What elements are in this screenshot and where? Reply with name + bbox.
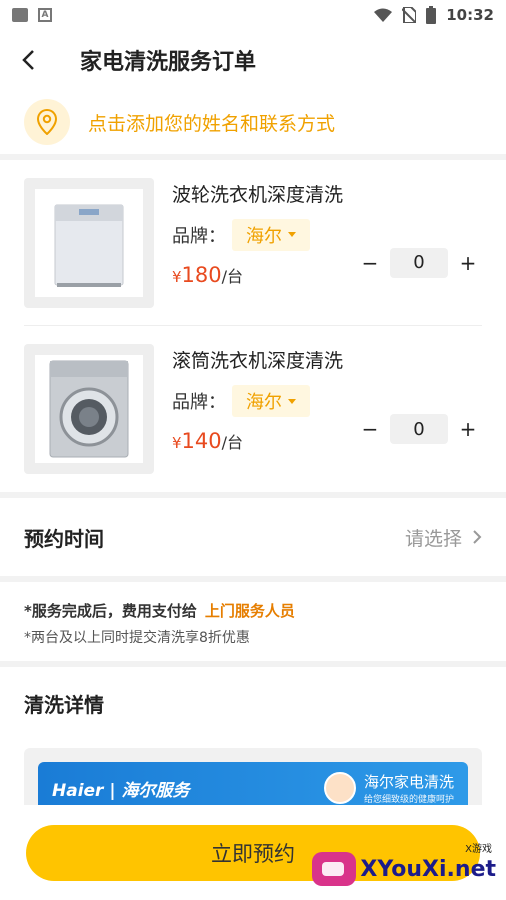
status-right: 10:32 [374, 6, 494, 24]
banner-right: 海尔家电清洗 给您细致级的健康呵护 [323, 771, 454, 805]
page-title: 家电清洗服务订单 [80, 50, 257, 75]
banner-subtitle: 给您细致级的健康呵护 [363, 795, 454, 805]
status-bar: A 10:32 [0, 0, 506, 30]
currency-symbol: ¥ [172, 434, 182, 452]
app-notification-icon: A [38, 8, 52, 22]
watermark-small-text: X游戏 [465, 844, 492, 855]
quantity-stepper: − 0 + [356, 247, 482, 278]
image-notification-icon [12, 8, 28, 22]
brand-label: 品牌： [172, 225, 226, 247]
appointment-time-row[interactable]: 预约时间 请选择 [0, 498, 506, 576]
wifi-icon [374, 8, 393, 22]
gamepad-logo-icon [312, 852, 357, 886]
increment-button[interactable]: + [454, 249, 482, 277]
brand-row: 品牌： 海尔 [172, 218, 482, 251]
appointment-time-placeholder: 请选择 [404, 527, 462, 550]
app-bar: 家电清洗服务订单 [0, 30, 506, 90]
caret-down-icon [288, 398, 296, 404]
brand-selector[interactable]: 海尔 [232, 218, 310, 251]
front-load-washer-image [49, 360, 129, 458]
product-name: 滚筒洗衣机深度清洗 [172, 350, 344, 372]
brand-value: 海尔 [246, 392, 282, 413]
banner-title: 海尔家电清洗 [363, 773, 454, 791]
brand-value: 海尔 [246, 225, 282, 247]
product-name: 波轮洗衣机深度清洗 [172, 183, 344, 206]
appointment-time-selector: 请选择 [405, 524, 482, 551]
contact-info-prompt: 点击添加您的姓名和联系方式 [88, 112, 336, 135]
decrement-button[interactable]: − [356, 249, 384, 277]
quantity-value[interactable]: 0 [390, 247, 448, 278]
product-image [24, 177, 154, 308]
quantity-stepper: − 0 + [356, 414, 482, 444]
increment-button[interactable]: + [454, 415, 482, 443]
product-item: 滚筒洗衣机深度清洗 品牌： 海尔 ¥140/台 − 0 + [24, 326, 482, 492]
payment-note: *服务完成后，费用支付给 上门服务人员 [24, 600, 482, 621]
battery-icon [426, 6, 437, 24]
product-list: 波轮洗衣机深度清洗 品牌： 海尔 ¥180/台 − 0 + 滚筒洗衣机深度清洗 … [0, 160, 506, 492]
product-info: 滚筒洗衣机深度清洗 品牌： 海尔 ¥140/台 − 0 + [172, 344, 482, 474]
mascot-avatar [323, 772, 356, 804]
brand-selector[interactable]: 海尔 [232, 385, 310, 417]
product-info: 波轮洗衣机深度清洗 品牌： 海尔 ¥180/台 − 0 + [172, 178, 482, 308]
cleaning-details-title: 清洗详情 [24, 693, 104, 717]
back-arrow-icon[interactable] [16, 48, 40, 72]
location-pin-icon [24, 99, 70, 145]
decrement-button[interactable]: − [356, 415, 384, 443]
contact-info-row[interactable]: 点击添加您的姓名和联系方式 [0, 90, 506, 160]
banner-texts: 海尔家电清洗 给您细致级的健康呵护 [364, 771, 454, 805]
chevron-right-icon [473, 530, 482, 544]
site-watermark: XYouXi.net X游戏 [312, 844, 496, 886]
payment-note-text: *服务完成后，费用支付给 [24, 602, 197, 620]
appointment-time-label: 预约时间 [24, 526, 104, 551]
product-price: 140 [181, 429, 222, 453]
status-time: 10:32 [446, 6, 494, 24]
top-load-washer-image [54, 204, 124, 287]
service-notes: *服务完成后，费用支付给 上门服务人员 *两台及以上同时提交清洗享8折优惠 [0, 582, 506, 661]
caret-down-icon [288, 232, 296, 237]
payment-note-highlight: 上门服务人员 [204, 602, 295, 620]
price-unit: /台 [221, 266, 244, 286]
product-image [24, 344, 154, 474]
brand-row: 品牌： 海尔 [172, 385, 482, 417]
quantity-value[interactable]: 0 [390, 414, 448, 444]
no-sim-icon [402, 7, 417, 23]
watermark-text: XYouXi.net [360, 856, 496, 882]
currency-symbol: ¥ [172, 267, 182, 286]
status-left: A [12, 8, 52, 22]
price-unit: /台 [221, 433, 244, 452]
brand-label: 品牌： [172, 392, 226, 413]
product-item: 波轮洗衣机深度清洗 品牌： 海尔 ¥180/台 − 0 + [24, 160, 482, 326]
haier-logo: Haier | 海尔服务 [52, 780, 190, 801]
cleaning-details-section: 清洗详情 Haier | 海尔服务 海尔家电清洗 给您细致级的健康呵护 [0, 667, 506, 827]
discount-note: *两台及以上同时提交清洗享8折优惠 [24, 630, 250, 646]
product-price: 180 [181, 262, 222, 287]
